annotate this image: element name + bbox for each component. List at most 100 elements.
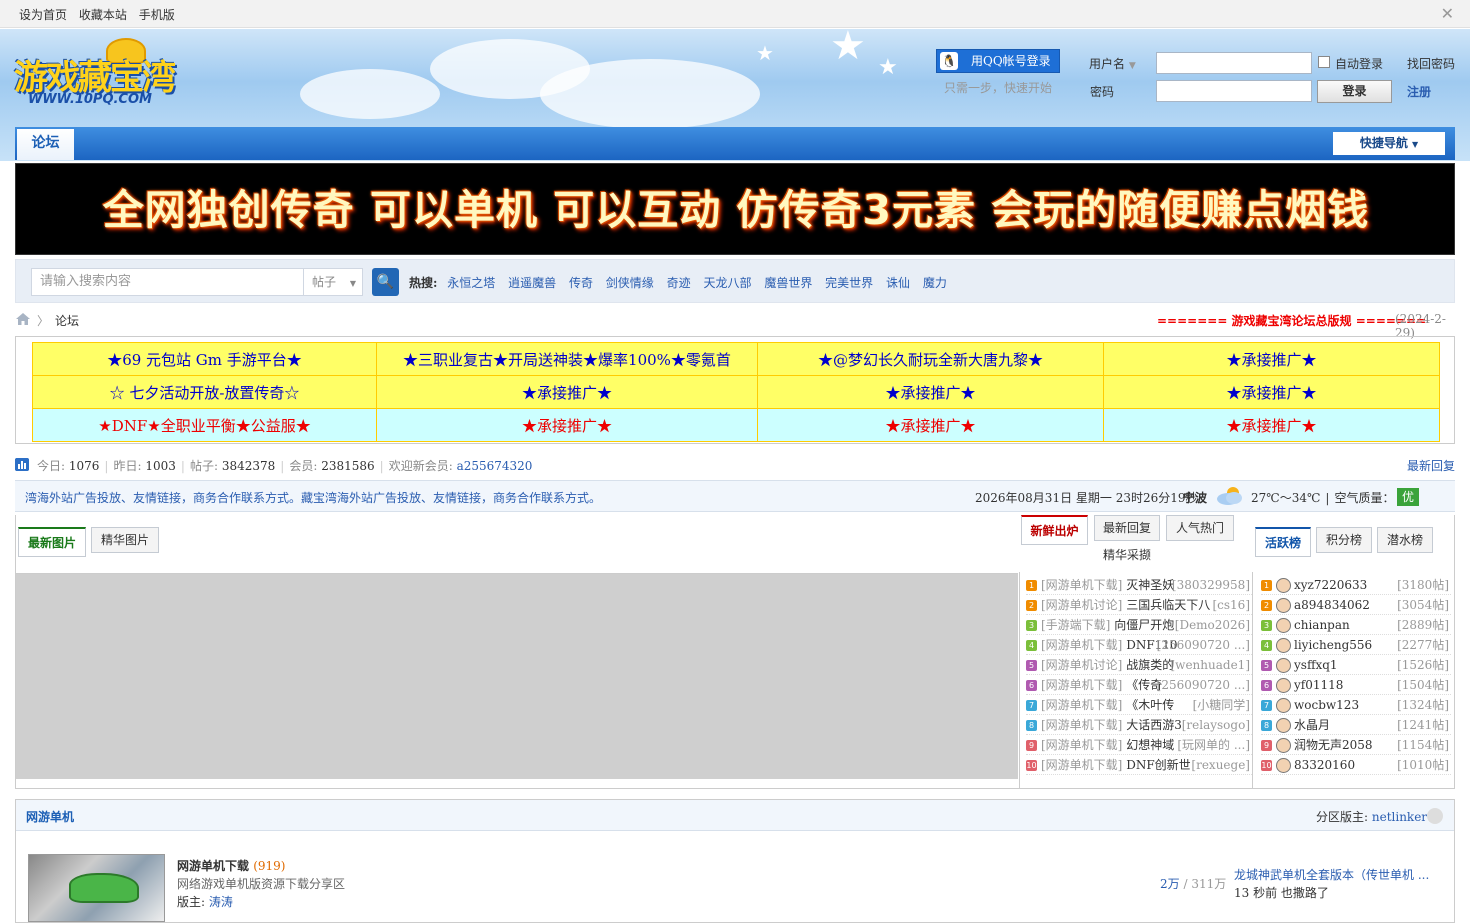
user-row[interactable]: 8 水晶月 [1241帖] bbox=[1261, 715, 1451, 735]
ad-link[interactable]: ★三职业复古★开局送神装★爆率100%★零氪首 bbox=[376, 342, 758, 376]
user-row[interactable]: 2 a894834062 [3054帖] bbox=[1261, 595, 1451, 615]
thread-title[interactable]: 大话西游3 bbox=[1126, 718, 1182, 732]
thread-title[interactable]: 《木叶传 bbox=[1126, 698, 1174, 712]
ad-link[interactable]: ★承接推广★ bbox=[1103, 408, 1440, 442]
thread-author[interactable]: [256090720 ...] bbox=[1157, 675, 1250, 694]
latest-reply-link[interactable]: 最新回复 bbox=[1407, 457, 1455, 474]
avatar[interactable] bbox=[1276, 658, 1291, 673]
user-name[interactable]: 水晶月 bbox=[1294, 718, 1330, 732]
user-row[interactable]: 9 润物无声2058 [1154帖] bbox=[1261, 735, 1451, 755]
tab-featured[interactable]: 精华采撷 bbox=[1094, 543, 1160, 569]
thread-author[interactable]: [rexuege] bbox=[1191, 755, 1250, 774]
thread-row[interactable]: 1 [网游单机下载] 灭神圣妖 [380329958] bbox=[1026, 575, 1252, 595]
avatar[interactable] bbox=[1276, 638, 1291, 653]
user-name[interactable]: 润物无声2058 bbox=[1294, 738, 1373, 752]
thread-category[interactable]: [网游单机下载] bbox=[1041, 718, 1122, 732]
tab-active-users[interactable]: 活跃榜 bbox=[1255, 527, 1311, 557]
username-input[interactable] bbox=[1156, 52, 1312, 74]
thread-author[interactable]: [玩网单的 ...] bbox=[1177, 735, 1250, 754]
register-link[interactable]: 注册 bbox=[1407, 83, 1431, 100]
ad-link[interactable]: ★承接推广★ bbox=[376, 375, 758, 409]
thread-author[interactable]: [380329958] bbox=[1172, 575, 1250, 594]
board-name[interactable]: 网游单机下载 (919) bbox=[177, 857, 285, 874]
avatar[interactable] bbox=[1276, 618, 1291, 633]
search-input[interactable]: 请输入搜索内容 bbox=[31, 268, 304, 296]
avatar[interactable] bbox=[1276, 758, 1291, 773]
thread-row[interactable]: 7 [网游单机下载] 《木叶传 [小糖同学] bbox=[1026, 695, 1252, 715]
notice-marquee[interactable]: 湾海外站广告投放、友情链接，商务合作联系方式。藏宝湾海外站广告投放、友情链接，商… bbox=[25, 489, 601, 506]
tab-fresh[interactable]: 新鲜出炉 bbox=[1021, 515, 1088, 545]
ad-link[interactable]: ★@梦幻长久耐玩全新大唐九黎★ bbox=[757, 342, 1104, 376]
picture-slideshow[interactable] bbox=[16, 574, 1018, 779]
login-button[interactable]: 登录 bbox=[1317, 80, 1392, 103]
search-type-select[interactable]: 帖子 ▼ bbox=[303, 268, 363, 296]
home-icon[interactable] bbox=[15, 312, 31, 326]
thread-category[interactable]: [网游单机下载] bbox=[1041, 678, 1122, 692]
thread-author[interactable]: [Demo2026] bbox=[1175, 615, 1250, 634]
last-post-link[interactable]: 龙城神武单机全套版本（传世单机 ... bbox=[1234, 866, 1429, 883]
user-row[interactable]: 4 liyicheng556 [2277帖] bbox=[1261, 635, 1451, 655]
breadcrumb-current[interactable]: 〉论坛 bbox=[37, 312, 79, 329]
hot-link[interactable]: 魔力 bbox=[923, 276, 947, 290]
mobile-link[interactable]: 手机版 bbox=[139, 8, 175, 22]
tab-lurkers[interactable]: 潜水榜 bbox=[1377, 527, 1433, 553]
thread-category[interactable]: [网游单机讨论] bbox=[1041, 658, 1122, 672]
thread-row[interactable]: 6 [网游单机下载] 《传奇 [256090720 ...] bbox=[1026, 675, 1252, 695]
ad-link[interactable]: ★69 元包站 Gm 手游平台★ bbox=[32, 342, 377, 376]
thread-title[interactable]: DNF创新世 bbox=[1126, 758, 1190, 772]
board-thumbnail[interactable] bbox=[28, 854, 165, 922]
close-icon[interactable]: ✕ bbox=[1441, 4, 1454, 23]
ad-link[interactable]: ★承接推广★ bbox=[1103, 342, 1440, 376]
user-row[interactable]: 10 83320160 [1010帖] bbox=[1261, 755, 1451, 775]
user-name[interactable]: ysffxq1 bbox=[1294, 658, 1338, 672]
thread-row[interactable]: 9 [网游单机下载] 幻想神域 [玩网单的 ...] bbox=[1026, 735, 1252, 755]
tab-points[interactable]: 积分榜 bbox=[1316, 527, 1372, 553]
section-title[interactable]: 网游单机 bbox=[26, 808, 74, 825]
forum-rules-link[interactable]: ======= 游戏藏宝湾论坛总版规 ======= bbox=[1157, 312, 1426, 329]
find-password-link[interactable]: 找回密码 bbox=[1407, 55, 1455, 72]
qq-login-button[interactable]: 🐧 用QQ帐号登录 bbox=[936, 49, 1060, 73]
moderator-link[interactable]: netlinker bbox=[1372, 810, 1427, 824]
hot-link[interactable]: 永恒之塔 bbox=[447, 276, 495, 290]
thread-category[interactable]: [网游单机下载] bbox=[1041, 758, 1122, 772]
user-name[interactable]: wocbw123 bbox=[1294, 698, 1359, 712]
ad-link[interactable]: ★DNF★全职业平衡★公益服★ bbox=[32, 408, 377, 442]
user-name[interactable]: chianpan bbox=[1294, 618, 1350, 632]
ad-link[interactable]: ★承接推广★ bbox=[1103, 375, 1440, 409]
hot-link[interactable]: 传奇 bbox=[569, 276, 593, 290]
username-label[interactable]: 用户名 ▼ bbox=[1089, 55, 1136, 72]
thread-row[interactable]: 5 [网游单机讨论] 战旗类的 [wenhuade1] bbox=[1026, 655, 1252, 675]
tab-latest-reply[interactable]: 最新回复 bbox=[1094, 515, 1160, 541]
thread-author[interactable]: [小糖同学] bbox=[1193, 695, 1250, 714]
ad-link[interactable]: ☆ 七夕活动开放-放置传奇☆ bbox=[32, 375, 377, 409]
password-input[interactable] bbox=[1156, 80, 1312, 102]
thread-title[interactable]: 三国兵临天下八 bbox=[1126, 598, 1210, 612]
user-name[interactable]: xyz7220633 bbox=[1294, 578, 1367, 592]
auto-login-checkbox[interactable] bbox=[1318, 56, 1330, 68]
user-row[interactable]: 6 yf01118 [1504帖] bbox=[1261, 675, 1451, 695]
hot-link[interactable]: 天龙八部 bbox=[703, 276, 751, 290]
user-name[interactable]: a894834062 bbox=[1294, 598, 1370, 612]
hot-link[interactable]: 诛仙 bbox=[886, 276, 910, 290]
avatar[interactable] bbox=[1276, 698, 1291, 713]
tab-forum[interactable]: 论坛 bbox=[17, 129, 74, 160]
user-row[interactable]: 5 ysffxq1 [1526帖] bbox=[1261, 655, 1451, 675]
search-button[interactable]: 🔍 bbox=[372, 268, 399, 296]
thread-category[interactable]: [网游单机下载] bbox=[1041, 638, 1122, 652]
thread-author[interactable]: [cs16] bbox=[1212, 595, 1250, 614]
thread-author[interactable]: [256090720 ...] bbox=[1157, 635, 1250, 654]
hot-link[interactable]: 剑侠情缘 bbox=[606, 276, 654, 290]
thread-author[interactable]: [wenhuade1] bbox=[1171, 655, 1251, 674]
thread-title[interactable]: 向僵尸开炮 bbox=[1114, 618, 1174, 632]
thread-author[interactable]: [relaysogo] bbox=[1182, 715, 1250, 734]
avatar[interactable] bbox=[1276, 598, 1291, 613]
thread-row[interactable]: 4 [网游单机下载] DNF110 [256090720 ...] bbox=[1026, 635, 1252, 655]
set-homepage-link[interactable]: 设为首页 bbox=[19, 8, 67, 22]
thread-row[interactable]: 2 [网游单机讨论] 三国兵临天下八 [cs16] bbox=[1026, 595, 1252, 615]
thread-row[interactable]: 3 [手游端下载] 向僵尸开炮 [Demo2026] bbox=[1026, 615, 1252, 635]
hot-link[interactable]: 奇迹 bbox=[667, 276, 691, 290]
user-row[interactable]: 1 xyz7220633 [3180帖] bbox=[1261, 575, 1451, 595]
user-row[interactable]: 7 wocbw123 [1324帖] bbox=[1261, 695, 1451, 715]
avatar[interactable] bbox=[1276, 678, 1291, 693]
tab-popular[interactable]: 人气热门 bbox=[1166, 515, 1234, 541]
